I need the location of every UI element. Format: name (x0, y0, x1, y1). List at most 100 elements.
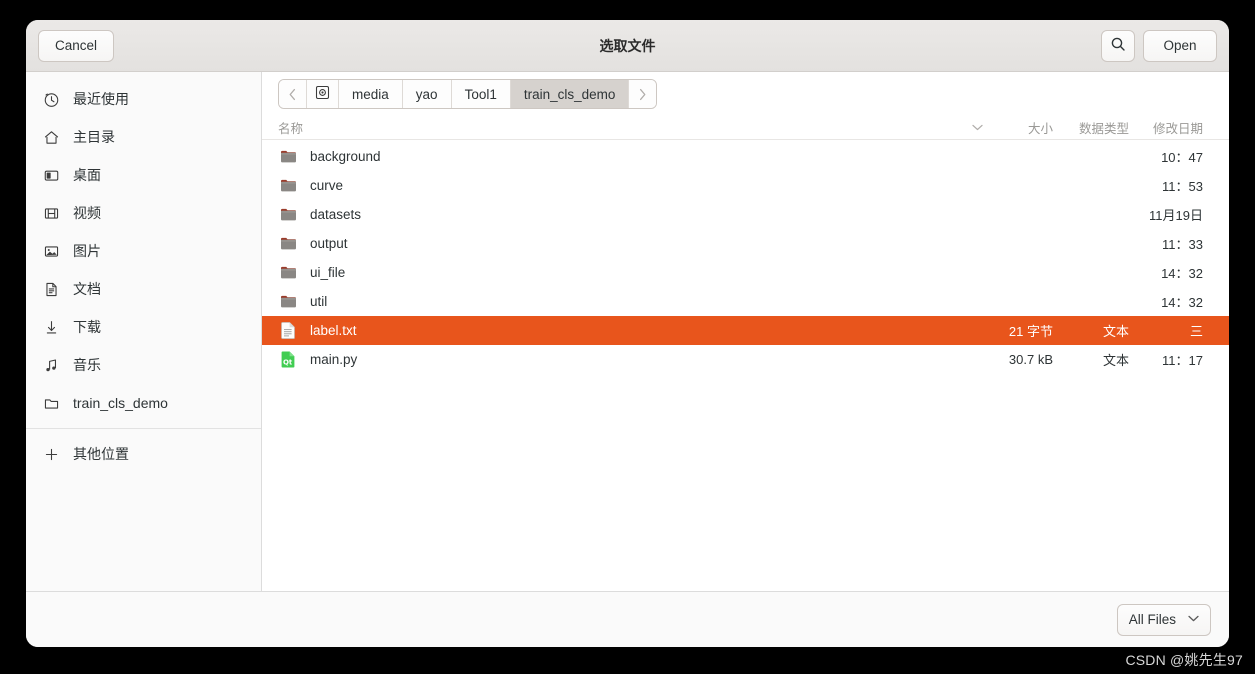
sidebar-item-label: 文档 (73, 281, 101, 297)
sidebar-item-train-cls-demo[interactable]: train_cls_demo (26, 384, 261, 422)
file-name: main.py (310, 352, 358, 367)
table-row[interactable]: datasets 11月19日 (262, 200, 1229, 229)
qt-python-file-icon: Qt (278, 351, 298, 369)
column-header-size[interactable]: 大小 (987, 118, 1053, 137)
breadcrumb-tool1[interactable]: Tool1 (451, 80, 511, 108)
file-name: output (310, 236, 348, 251)
sidebar: 最近使用 主目录 桌面 视频 图片 文档 下载 音乐 train_cls_dem… (26, 72, 262, 591)
home-icon (42, 128, 60, 146)
cancel-button[interactable]: Cancel (38, 29, 114, 62)
sidebar-item-downloads[interactable]: 下载 (26, 308, 261, 346)
film-icon (42, 204, 60, 222)
breadcrumb-yao[interactable]: yao (402, 80, 452, 108)
path-forward-button[interactable] (629, 80, 657, 108)
footer-bar: All Files (26, 591, 1229, 647)
column-header-type[interactable]: 数据类型 (1053, 118, 1129, 137)
file-chooser-dialog: Cancel 选取文件 Open 最近使用 主目录 桌面 视频 图片 文档 下载… (26, 20, 1229, 647)
table-row[interactable]: Qt main.py 30.7 kB 文本 11：17 (262, 345, 1229, 374)
disc-icon (315, 85, 330, 103)
folder-icon (278, 206, 298, 224)
sidebar-item-music[interactable]: 音乐 (26, 346, 261, 384)
file-date: 三 (1189, 324, 1203, 339)
file-date: 11：33 (1162, 237, 1203, 252)
table-row[interactable]: background 10：47 (262, 142, 1229, 171)
file-date: 14：32 (1161, 295, 1203, 310)
path-back-button[interactable] (279, 80, 307, 108)
sidebar-item-label: 其他位置 (73, 446, 129, 462)
sidebar-item-recent[interactable]: 最近使用 (26, 80, 261, 118)
svg-text:Qt: Qt (283, 358, 293, 366)
download-icon (42, 318, 60, 336)
dialog-body: 最近使用 主目录 桌面 视频 图片 文档 下载 音乐 train_cls_dem… (26, 72, 1229, 591)
file-name: datasets (310, 207, 362, 222)
sidebar-item-label: 图片 (73, 243, 101, 259)
breadcrumb-media[interactable]: media (339, 80, 403, 108)
breadcrumb-train-cls-demo[interactable]: train_cls_demo (510, 80, 630, 108)
file-name: ui_file (310, 265, 346, 280)
file-date: 14：32 (1161, 266, 1203, 281)
sidebar-item-documents[interactable]: 文档 (26, 270, 261, 308)
file-size: 21 字节 (1008, 324, 1053, 339)
plus-icon (42, 445, 60, 463)
folder-icon (278, 235, 298, 253)
header-actions: Open (1101, 29, 1217, 62)
watermark: CSDN @姚先生97 (1125, 652, 1243, 668)
file-date: 11：53 (1162, 179, 1203, 194)
chevron-down-icon[interactable] (967, 122, 987, 134)
sidebar-item-label: 最近使用 (73, 91, 129, 107)
sidebar-item-label: train_cls_demo (73, 395, 168, 411)
file-date: 11：17 (1162, 353, 1203, 368)
chevron-down-icon (1188, 614, 1199, 625)
table-row[interactable]: label.txt 21 字节 文本 三 (262, 316, 1229, 345)
column-header-date[interactable]: 修改日期 (1129, 118, 1203, 137)
file-filter-select[interactable]: All Files (1116, 603, 1211, 636)
path-root-button[interactable] (307, 80, 339, 108)
folder-icon (278, 177, 298, 195)
sidebar-item-desktop[interactable]: 桌面 (26, 156, 261, 194)
table-row[interactable]: util 14：32 (262, 287, 1229, 316)
desktop-icon (42, 166, 60, 184)
file-name: curve (310, 178, 344, 193)
folder-icon (278, 264, 298, 282)
file-name: label.txt (310, 323, 357, 338)
open-button[interactable]: Open (1143, 29, 1217, 62)
breadcrumb: media yao Tool1 train_cls_demo (278, 79, 658, 109)
header-bar: Cancel 选取文件 Open (26, 20, 1229, 72)
document-icon (42, 280, 60, 298)
table-row[interactable]: curve 11：53 (262, 171, 1229, 200)
sidebar-item-label: 桌面 (73, 167, 101, 183)
file-size: 30.7 kB (1008, 352, 1053, 367)
file-name: util (310, 294, 328, 309)
folder-outline-icon (42, 394, 60, 412)
page-title: 选取文件 (599, 37, 656, 54)
file-name: background (310, 149, 381, 164)
file-browser-pane: media yao Tool1 train_cls_demo 名称 大小 数据类… (262, 72, 1229, 591)
sidebar-item-other-locations[interactable]: 其他位置 (26, 435, 261, 473)
column-header-name[interactable]: 名称 (278, 118, 967, 137)
file-date: 11月19日 (1149, 208, 1203, 223)
file-list[interactable]: background 10：47 curve 11：53 datasets 11… (262, 140, 1229, 591)
text-file-icon (278, 322, 298, 340)
file-filter-value: All Files (1128, 612, 1176, 627)
folder-icon (278, 148, 298, 166)
clock-icon (42, 90, 60, 108)
table-row[interactable]: output 11：33 (262, 229, 1229, 258)
folder-icon (278, 293, 298, 311)
sidebar-item-label: 音乐 (73, 357, 101, 373)
sidebar-item-pictures[interactable]: 图片 (26, 232, 261, 270)
path-bar-container: media yao Tool1 train_cls_demo (262, 72, 1229, 116)
search-button[interactable] (1101, 29, 1135, 62)
sidebar-item-videos[interactable]: 视频 (26, 194, 261, 232)
image-icon (42, 242, 60, 260)
sidebar-item-home[interactable]: 主目录 (26, 118, 261, 156)
table-row[interactable]: ui_file 14：32 (262, 258, 1229, 287)
file-date: 10：47 (1161, 150, 1203, 165)
search-icon (1110, 36, 1126, 55)
music-icon (42, 356, 60, 374)
column-headers: 名称 大小 数据类型 修改日期 (262, 116, 1229, 140)
file-type: 文本 (1102, 353, 1129, 368)
sidebar-item-label: 主目录 (73, 129, 115, 145)
sidebar-item-label: 视频 (73, 205, 101, 221)
sidebar-divider (26, 428, 261, 429)
sidebar-item-label: 下载 (73, 319, 101, 335)
